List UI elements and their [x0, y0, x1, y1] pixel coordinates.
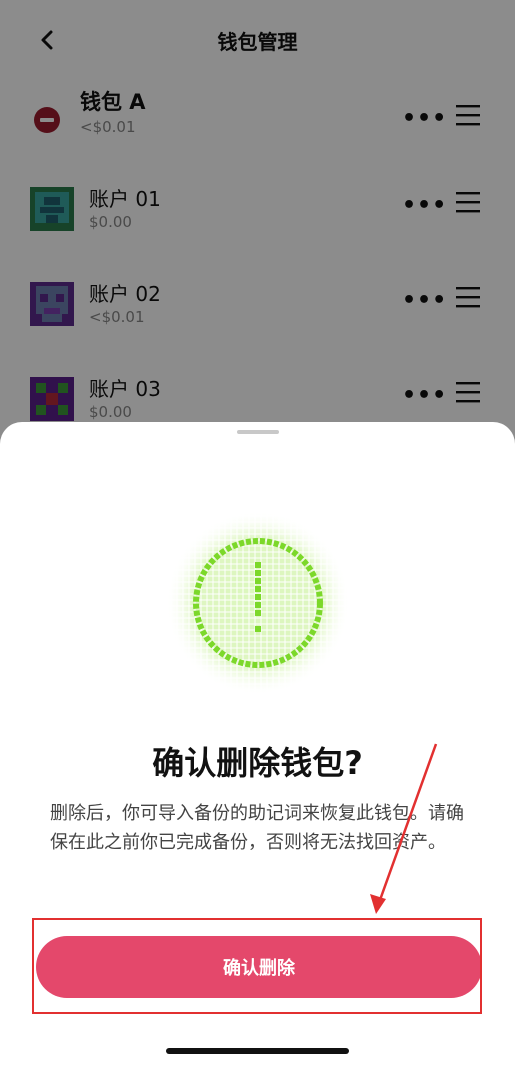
dialog-description: 删除后，你可导入备份的助记词来恢复此钱包。请确保在此之前你已完成备份，否则将无法… — [50, 803, 464, 853]
dialog-title: 确认删除钱包? — [152, 744, 363, 782]
annotation-highlight-box — [32, 918, 482, 1014]
home-indicator — [166, 1048, 349, 1054]
sheet-handle[interactable] — [237, 430, 279, 434]
warning-pixel-icon — [166, 511, 350, 695]
